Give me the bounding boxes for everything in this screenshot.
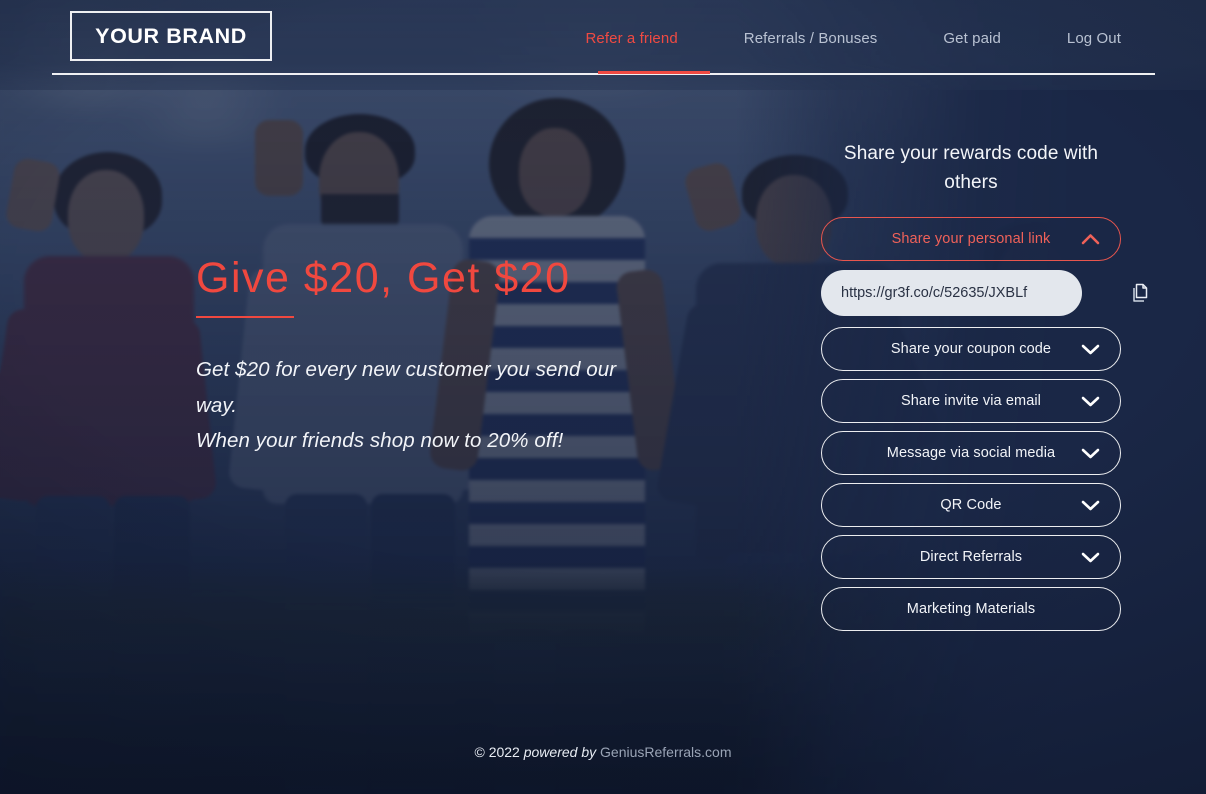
qr-code-button[interactable]: QR Code [821, 482, 1121, 527]
personal-link-input[interactable] [821, 269, 1082, 316]
share-coupon-code-label: Share your coupon code [890, 340, 1052, 357]
brand-logo[interactable]: YOUR BRAND [70, 11, 272, 61]
direct-referrals-label: Direct Referrals [919, 548, 1023, 565]
page-title: Give $20, Get $20 [196, 254, 571, 302]
share-panel: Share your rewards code with others Shar… [821, 140, 1148, 635]
hero-description-line-2: When your friends shop now to 20% off! [196, 428, 564, 452]
chevron-up-icon [1081, 233, 1100, 245]
nav-item-referrals-bonuses[interactable]: Referrals / Bonuses [711, 30, 911, 47]
qr-code-label: QR Code [940, 496, 1002, 513]
nav-item-get-paid[interactable]: Get paid [910, 30, 1034, 47]
copy-icon[interactable] [1127, 280, 1153, 306]
share-panel-title: Share your rewards code with others [843, 143, 1099, 193]
nav-item-log-out[interactable]: Log Out [1034, 30, 1154, 47]
main-navigation: Refer a friend Referrals / Bonuses Get p… [552, 30, 1154, 47]
message-social-media-button[interactable]: Message via social media [821, 430, 1121, 475]
site-footer: © 2022 powered by GeniusReferrals.com [0, 744, 1206, 760]
chevron-down-icon [1081, 551, 1100, 563]
share-invite-email-label: Share invite via email [900, 392, 1041, 409]
hero-description-line-1: Get $20 for every new customer you send … [196, 358, 617, 417]
direct-referrals-button[interactable]: Direct Referrals [821, 534, 1121, 579]
personal-link-row [821, 269, 1148, 317]
chevron-down-icon [1081, 499, 1100, 511]
share-coupon-code-button[interactable]: Share your coupon code [821, 326, 1121, 371]
chevron-down-icon [1081, 447, 1100, 459]
share-personal-link-label: Share your personal link [891, 230, 1051, 247]
nav-item-refer-a-friend[interactable]: Refer a friend [552, 30, 710, 47]
footer-brand-link[interactable]: GeniusReferrals.com [600, 744, 732, 760]
brand-logo-text: YOUR BRAND [95, 23, 247, 48]
message-social-media-label: Message via social media [886, 444, 1056, 461]
marketing-materials-label: Marketing Materials [906, 600, 1036, 617]
footer-powered-by: powered by [523, 744, 597, 760]
chevron-down-icon [1081, 343, 1100, 355]
share-personal-link-button[interactable]: Share your personal link [821, 216, 1121, 261]
marketing-materials-button[interactable]: Marketing Materials [821, 586, 1121, 631]
footer-copyright: © 2022 [474, 744, 520, 760]
active-nav-underline [598, 71, 710, 74]
title-underline [196, 316, 294, 319]
hero-section: Give $20, Get $20 Get $20 for every new … [196, 255, 626, 458]
chevron-down-icon [1081, 395, 1100, 407]
share-invite-email-button[interactable]: Share invite via email [821, 378, 1121, 423]
hero-description: Get $20 for every new customer you send … [196, 352, 626, 458]
site-header: YOUR BRAND Refer a friend Referrals / Bo… [0, 0, 1206, 74]
referral-landing-page: YOUR BRAND Refer a friend Referrals / Bo… [0, 0, 1206, 794]
